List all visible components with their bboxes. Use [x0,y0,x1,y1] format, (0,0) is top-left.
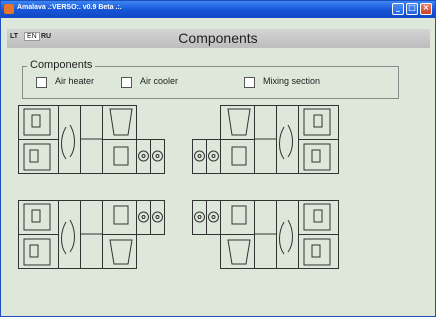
minimize-button[interactable]: _ [392,3,404,15]
close-icon: × [422,3,430,12]
maximize-icon: □ [408,3,416,12]
unit-scheme-bottom-right[interactable] [192,200,357,270]
unit-scheme-top-right[interactable] [192,105,357,175]
mixing-section-checkbox[interactable] [244,77,255,88]
mixing-section-label[interactable]: Mixing section [263,76,320,86]
unit-scheme-bottom-left[interactable] [18,200,178,270]
title-bar[interactable]: Amalava .:VERSO:. v0.9 Beta .:. _ □ × [1,1,435,18]
unit-scheme-top-left[interactable] [18,105,178,175]
air-cooler-checkbox[interactable] [121,77,132,88]
air-heater-label[interactable]: Air heater [55,76,94,86]
app-icon [4,4,14,14]
close-button[interactable]: × [420,3,432,15]
air-heater-checkbox[interactable] [36,77,47,88]
page-title: Components [178,30,258,46]
maximize-button[interactable]: □ [406,3,418,15]
minimize-icon: _ [396,3,400,12]
window-title: Amalava .:VERSO:. v0.9 Beta .:. [17,4,122,11]
air-cooler-label[interactable]: Air cooler [140,76,178,86]
components-group-title: Components [27,59,96,71]
